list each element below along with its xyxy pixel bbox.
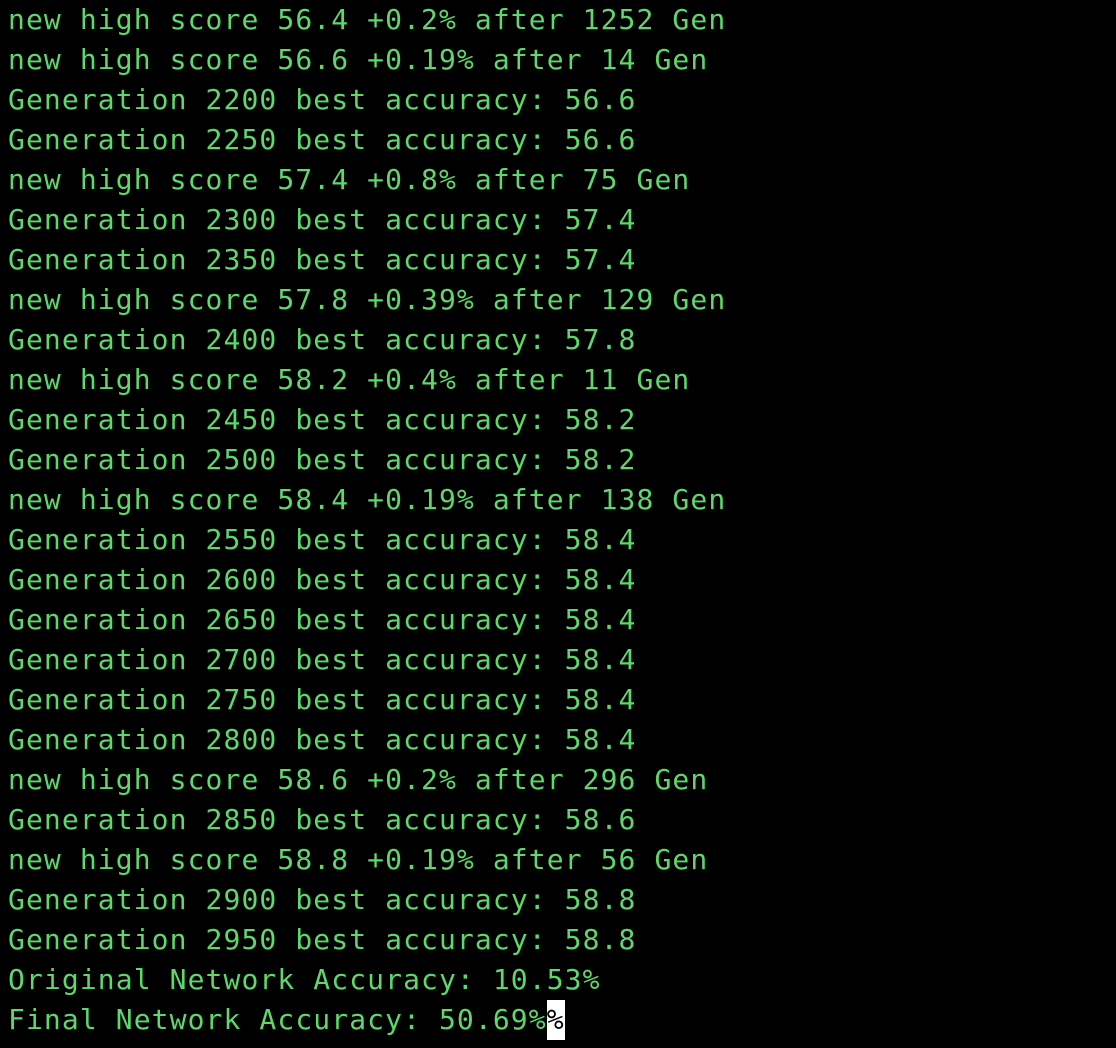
terminal-line: Generation 2550 best accuracy: 58.4 bbox=[8, 520, 726, 560]
terminal-line: Generation 2850 best accuracy: 58.6 bbox=[8, 800, 726, 840]
terminal-line-text: new high score 58.4 +0.19% after 138 Gen bbox=[8, 483, 727, 516]
terminal-line-text: Generation 2600 best accuracy: 58.4 bbox=[8, 563, 637, 596]
terminal-line: new high score 58.2 +0.4% after 11 Gen bbox=[8, 360, 726, 400]
terminal-line-text: Final Network Accuracy: 50.69% bbox=[8, 1003, 547, 1036]
terminal-line: Generation 2600 best accuracy: 58.4 bbox=[8, 560, 726, 600]
terminal-line-text: Generation 2250 best accuracy: 56.6 bbox=[8, 123, 637, 156]
terminal-line-text: Generation 2300 best accuracy: 57.4 bbox=[8, 203, 637, 236]
terminal-line-text: new high score 57.8 +0.39% after 129 Gen bbox=[8, 283, 727, 316]
terminal-line-text: Generation 2800 best accuracy: 58.4 bbox=[8, 723, 637, 756]
terminal-line: Generation 2650 best accuracy: 58.4 bbox=[8, 600, 726, 640]
terminal-line-text: Generation 2400 best accuracy: 57.8 bbox=[8, 323, 637, 356]
terminal-line-text: Generation 2350 best accuracy: 57.4 bbox=[8, 243, 637, 276]
terminal-line-text: new high score 56.4 +0.2% after 1252 Gen bbox=[8, 3, 727, 36]
terminal-line-text: new high score 57.4 +0.8% after 75 Gen bbox=[8, 163, 691, 196]
terminal-line: Generation 2800 best accuracy: 58.4 bbox=[8, 720, 726, 760]
terminal-line-text: Generation 2950 best accuracy: 58.8 bbox=[8, 923, 637, 956]
terminal-line: Generation 2350 best accuracy: 57.4 bbox=[8, 240, 726, 280]
terminal-line-text: Generation 2450 best accuracy: 58.2 bbox=[8, 403, 637, 436]
terminal-line: Generation 2250 best accuracy: 56.6 bbox=[8, 120, 726, 160]
terminal-line-text: new high score 58.8 +0.19% after 56 Gen bbox=[8, 843, 709, 876]
terminal-line: Generation 2400 best accuracy: 57.8 bbox=[8, 320, 726, 360]
terminal-line: new high score 56.4 +0.2% after 1252 Gen bbox=[8, 0, 726, 40]
terminal-line-text: Generation 2750 best accuracy: 58.4 bbox=[8, 683, 637, 716]
terminal-line: new high score 58.8 +0.19% after 56 Gen bbox=[8, 840, 726, 880]
terminal-line-text: new high score 58.6 +0.2% after 296 Gen bbox=[8, 763, 709, 796]
terminal-line: new high score 58.6 +0.2% after 296 Gen bbox=[8, 760, 726, 800]
terminal-line-text: Generation 2900 best accuracy: 58.8 bbox=[8, 883, 637, 916]
terminal-line: new high score 58.4 +0.19% after 138 Gen bbox=[8, 480, 726, 520]
terminal-line-text: Generation 2500 best accuracy: 58.2 bbox=[8, 443, 637, 476]
terminal-cursor: % bbox=[546, 1000, 565, 1040]
terminal-line: Generation 2950 best accuracy: 58.8 bbox=[8, 920, 726, 960]
terminal-line-text: Generation 2850 best accuracy: 58.6 bbox=[8, 803, 637, 836]
terminal-window[interactable]: new high score 56.4 +0.2% after 1252 Gen… bbox=[0, 0, 1116, 1048]
terminal-line-text: new high score 56.6 +0.19% after 14 Gen bbox=[8, 43, 709, 76]
terminal-line-text: Generation 2550 best accuracy: 58.4 bbox=[8, 523, 637, 556]
terminal-line-text: new high score 58.2 +0.4% after 11 Gen bbox=[8, 363, 691, 396]
terminal-line-text: Generation 2200 best accuracy: 56.6 bbox=[8, 83, 637, 116]
terminal-line: new high score 56.6 +0.19% after 14 Gen bbox=[8, 40, 726, 80]
terminal-line: Original Network Accuracy: 10.53% bbox=[8, 960, 726, 1000]
terminal-line: new high score 57.8 +0.39% after 129 Gen bbox=[8, 280, 726, 320]
terminal-output: new high score 56.4 +0.2% after 1252 Gen… bbox=[8, 0, 726, 1040]
terminal-line-text: Original Network Accuracy: 10.53% bbox=[8, 963, 601, 996]
terminal-line: Generation 2200 best accuracy: 56.6 bbox=[8, 80, 726, 120]
terminal-line-text: Generation 2700 best accuracy: 58.4 bbox=[8, 643, 637, 676]
terminal-line: Generation 2900 best accuracy: 58.8 bbox=[8, 880, 726, 920]
terminal-prompt-line: Final Network Accuracy: 50.69%% bbox=[8, 1000, 726, 1040]
terminal-line: Generation 2500 best accuracy: 58.2 bbox=[8, 440, 726, 480]
terminal-line: Generation 2700 best accuracy: 58.4 bbox=[8, 640, 726, 680]
terminal-line-text: Generation 2650 best accuracy: 58.4 bbox=[8, 603, 637, 636]
terminal-line: new high score 57.4 +0.8% after 75 Gen bbox=[8, 160, 726, 200]
terminal-line: Generation 2450 best accuracy: 58.2 bbox=[8, 400, 726, 440]
terminal-line: Generation 2750 best accuracy: 58.4 bbox=[8, 680, 726, 720]
terminal-line: Generation 2300 best accuracy: 57.4 bbox=[8, 200, 726, 240]
